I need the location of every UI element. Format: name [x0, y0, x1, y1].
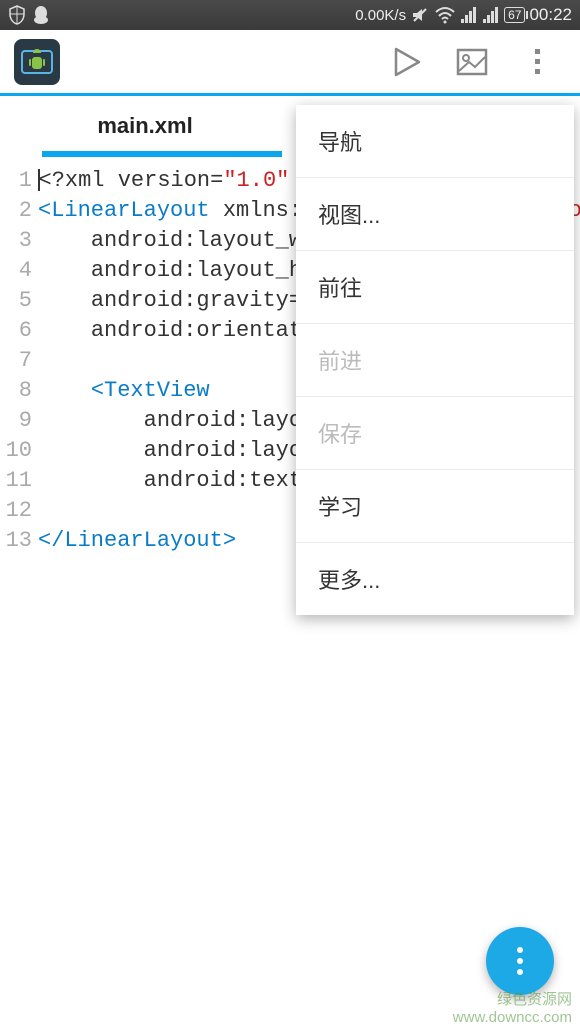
menu-item-前往[interactable]: 前往: [296, 251, 574, 324]
line-number: 9: [0, 406, 32, 436]
more-menu-button[interactable]: [510, 34, 566, 90]
signal1-icon: [460, 7, 478, 23]
overflow-popup-menu: 导航视图...前往前进保存学习更多...: [296, 105, 574, 615]
signal2-icon: [482, 7, 500, 23]
battery-icon: 67: [504, 7, 525, 23]
image-button[interactable]: [444, 34, 500, 90]
network-speed: 0.00K/s: [355, 7, 406, 24]
line-number: 10: [0, 436, 32, 466]
clock: 00:22: [529, 5, 572, 25]
wifi-icon: [434, 6, 456, 24]
tab-main-xml[interactable]: main.xml: [0, 97, 290, 155]
watermark: 绿色资源网 www.downcc.com: [453, 991, 572, 1027]
line-gutter: 12345678910111213: [0, 166, 38, 556]
menu-item-视图[interactable]: 视图...: [296, 178, 574, 251]
menu-item-保存: 保存: [296, 397, 574, 470]
line-number: 11: [0, 466, 32, 496]
mute-icon: [410, 5, 430, 25]
qq-icon: [32, 5, 50, 25]
run-button[interactable]: [378, 34, 434, 90]
menu-item-前进: 前进: [296, 324, 574, 397]
line-number: 3: [0, 226, 32, 256]
fab-button[interactable]: [486, 927, 554, 995]
line-number: 1: [0, 166, 32, 196]
line-number: 13: [0, 526, 32, 556]
menu-item-导航[interactable]: 导航: [296, 105, 574, 178]
line-number: 4: [0, 256, 32, 286]
line-number: 8: [0, 376, 32, 406]
line-number: 6: [0, 316, 32, 346]
line-number: 12: [0, 496, 32, 526]
menu-item-学习[interactable]: 学习: [296, 470, 574, 543]
line-number: 5: [0, 286, 32, 316]
app-logo-icon[interactable]: [14, 39, 60, 85]
menu-item-更多[interactable]: 更多...: [296, 543, 574, 615]
app-toolbar: [0, 30, 580, 96]
tab-label: main.xml: [97, 113, 192, 138]
shield-icon: [8, 5, 26, 25]
line-number: 7: [0, 346, 32, 376]
status-bar: 0.00K/s 67 00:22: [0, 0, 580, 30]
line-number: 2: [0, 196, 32, 226]
